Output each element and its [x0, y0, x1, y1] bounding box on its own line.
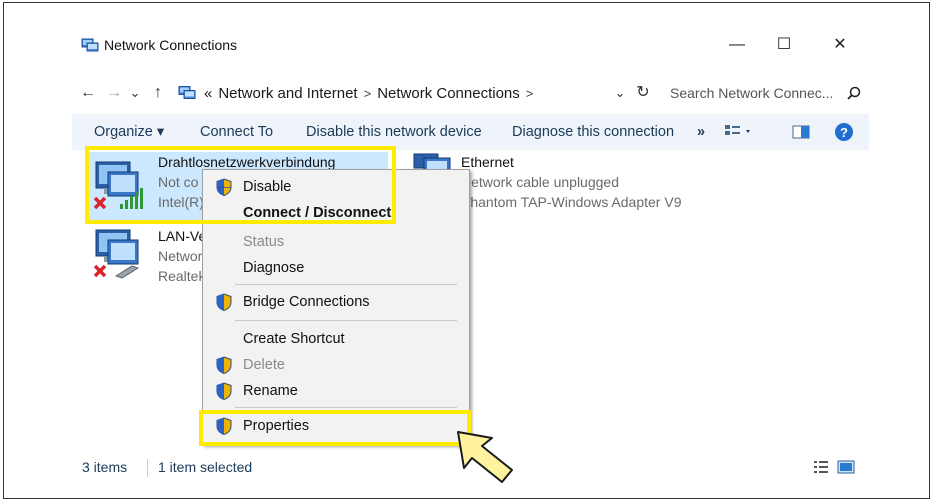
menu-item-label: Diagnose [243, 260, 305, 276]
menu-item-status[interactable]: Status [203, 229, 469, 255]
command-bar: Organize ▾ Connect To Disable this netwo… [72, 114, 869, 150]
breadcrumb-separator[interactable]: > [526, 86, 534, 101]
change-view-icon[interactable] [724, 124, 754, 140]
breadcrumb-overflow[interactable]: « [204, 85, 212, 102]
address-dropdown-button[interactable]: ⌄ [610, 78, 630, 108]
disable-device-button[interactable]: Disable this network device [306, 114, 482, 150]
up-button[interactable]: ↑ [148, 78, 168, 108]
forward-button[interactable]: → [102, 78, 126, 108]
minimize-button[interactable]: — [715, 30, 759, 60]
menu-item-delete[interactable]: Delete [203, 352, 469, 378]
menu-item-label: Bridge Connections [243, 294, 370, 310]
connect-to-button[interactable]: Connect To [200, 114, 273, 150]
connection-status: Networ [158, 248, 203, 264]
ethernet-adapter-icon[interactable] [412, 152, 452, 170]
connection-name: Ethernet [461, 154, 514, 170]
menu-item-label: Create Shortcut [243, 331, 345, 347]
window-title: Network Connections [104, 37, 238, 53]
network-connections-icon [81, 38, 99, 52]
details-view-icon[interactable] [813, 460, 829, 474]
breadcrumb: « Network and Internet > Network Connect… [204, 78, 533, 108]
maximize-button[interactable]: ☐ [762, 30, 806, 60]
connection-adapter: Realtek [158, 268, 206, 284]
close-button[interactable]: ✕ [818, 30, 862, 60]
uac-shield-icon [216, 293, 232, 311]
preview-pane-icon[interactable] [792, 125, 810, 139]
help-icon[interactable]: ? [834, 122, 854, 142]
highlight-box-wireless [85, 146, 396, 224]
breadcrumb-network-connections[interactable]: Network Connections [377, 85, 520, 102]
menu-item-diagnose[interactable]: Diagnose [203, 255, 469, 281]
highlight-box-properties [199, 410, 471, 446]
list-item[interactable]: Ethernet Network cable unplugged Phantom… [461, 152, 681, 212]
large-icons-view-icon[interactable] [837, 460, 855, 474]
breadcrumb-separator[interactable]: > [364, 86, 372, 101]
menu-item-label: Status [243, 234, 285, 250]
organize-menu[interactable]: Organize ▾ [94, 114, 164, 150]
menu-item-rename[interactable]: Rename [203, 378, 469, 404]
recent-locations-button[interactable]: ⌄ [127, 78, 143, 108]
address-bar: ← → ⌄ ↑ « Network and Internet > Network… [72, 78, 869, 108]
uac-shield-icon [216, 356, 232, 374]
menu-item-create-shortcut[interactable]: Create Shortcut [203, 326, 469, 352]
diagnose-connection-button[interactable]: Diagnose this connection [512, 114, 674, 150]
menu-separator [235, 284, 457, 285]
connection-status: Network cable unplugged [461, 174, 619, 190]
list-item[interactable]: LAN-Ve Networ Realtek [158, 226, 206, 286]
pointer-arrow-icon [457, 431, 513, 483]
title-bar: Network Connections — ☐ ✕ [72, 22, 869, 68]
back-button[interactable]: ← [76, 78, 100, 108]
connection-name: LAN-Ve [158, 228, 207, 244]
svg-text:?: ? [840, 125, 848, 140]
more-commands-button[interactable]: » [697, 114, 705, 150]
lan-adapter-icon[interactable] [92, 226, 150, 282]
search-box[interactable]: Search Network Connec... [662, 78, 867, 108]
connection-adapter: Phantom TAP-Windows Adapter V9 [461, 194, 682, 210]
search-icon[interactable] [847, 86, 861, 100]
breadcrumb-network-and-internet[interactable]: Network and Internet [218, 85, 357, 102]
menu-item-label: Rename [243, 383, 298, 399]
view-toggles [813, 460, 855, 474]
network-location-icon [178, 86, 196, 99]
selection-count: 1 item selected [158, 459, 253, 475]
menu-item-label: Delete [243, 357, 285, 373]
uac-shield-icon [216, 382, 232, 400]
refresh-button[interactable]: ↻ [632, 78, 654, 108]
menu-item-bridge-connections[interactable]: Bridge Connections [203, 289, 469, 315]
status-divider [147, 459, 148, 477]
search-input[interactable]: Search Network Connec... [662, 85, 833, 101]
item-count: 3 items [82, 459, 128, 475]
menu-separator [235, 407, 457, 408]
menu-separator [235, 320, 457, 321]
